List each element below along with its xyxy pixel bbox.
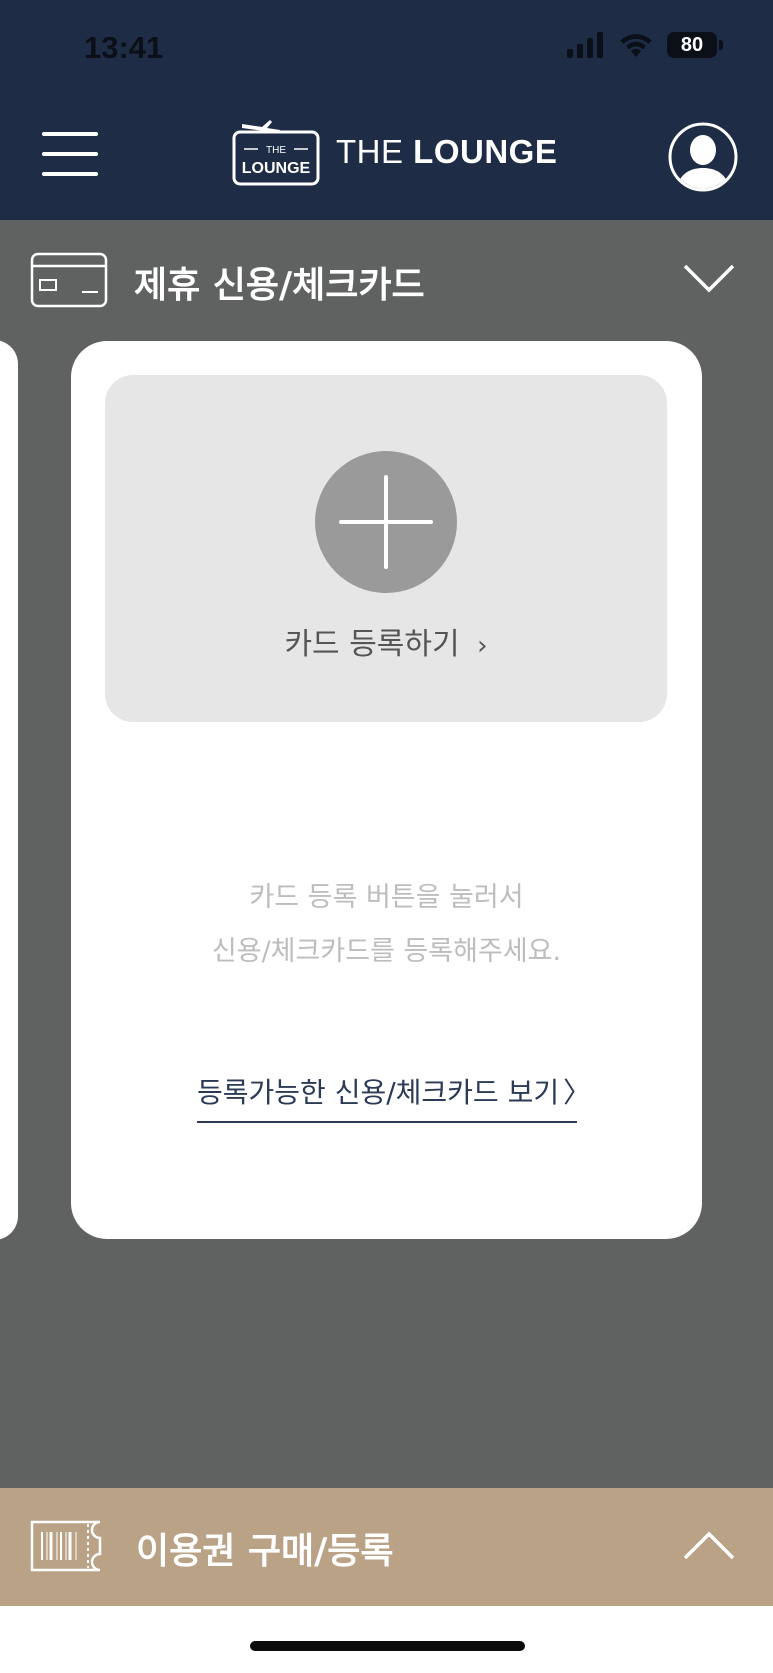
ticket-purchase-bar[interactable]: 이용권 구매/등록 — [0, 1488, 773, 1606]
card-register-label: 카드 등록하기 › — [105, 619, 667, 663]
guide-line-1: 카드 등록 버튼을 눌러서 — [249, 882, 524, 913]
guide-line-2: 신용/체크카드를 등록해주세요. — [211, 936, 562, 967]
credit-card-icon — [30, 252, 108, 308]
card-register-button[interactable]: 카드 등록하기 › — [105, 375, 667, 722]
hamburger-icon-line — [42, 152, 98, 156]
wifi-icon — [620, 34, 652, 57]
chevron-right-icon: 〉 — [563, 1076, 592, 1109]
view-link-text: 등록가능한 신용/체크카드 보기 — [197, 1076, 560, 1109]
section-title: 제휴 신용/체크카드 — [134, 265, 425, 306]
chevron-right-icon: › — [477, 631, 488, 661]
lounge-badge-icon: THE LOUNGE — [232, 120, 320, 186]
logo-text-bold: LOUNGE — [413, 133, 558, 170]
home-indicator[interactable] — [250, 1641, 525, 1651]
card-register-panel: 카드 등록하기 › 카드 등록 버튼을 눌러서 신용/체크카드를 등록해주세요.… — [71, 341, 702, 1239]
profile-button[interactable] — [668, 122, 738, 192]
main-content: 제휴 신용/체크카드 카드 등록하기 › 카드 등록 버튼을 눌러서 신용/체크… — [0, 220, 773, 1488]
app-logo: THE LOUNGE THE LOUNGE — [232, 118, 557, 186]
register-label-text: 카드 등록하기 — [284, 627, 460, 662]
hamburger-icon — [42, 132, 98, 136]
logo-badge-top: THE — [266, 145, 286, 156]
logo-text-thin: THE — [336, 133, 404, 170]
partner-card-section-header[interactable]: 제휴 신용/체크카드 — [0, 220, 773, 338]
user-avatar-icon — [668, 122, 738, 192]
hamburger-icon-line — [42, 172, 98, 176]
plus-icon — [315, 451, 457, 593]
battery-indicator: 80 — [667, 32, 723, 58]
status-icons: 80 — [567, 32, 723, 58]
register-guide-text: 카드 등록 버튼을 눌러서 신용/체크카드를 등록해주세요. — [71, 871, 702, 979]
previous-card-peek[interactable] — [0, 340, 18, 1240]
ticket-barcode-icon — [30, 1520, 102, 1572]
view-eligible-cards-link[interactable]: 등록가능한 신용/체크카드 보기 〉 — [197, 1071, 591, 1123]
cellular-signal-icon — [567, 32, 603, 58]
chevron-down-icon[interactable] — [682, 262, 736, 296]
app-header: 13:41 80 THE LOUNGE THE LOUNGE — [0, 0, 773, 220]
status-time: 13:41 — [84, 30, 164, 65]
logo-text: THE LOUNGE — [336, 133, 557, 171]
logo-badge-bottom: LOUNGE — [242, 160, 311, 177]
ticket-bar-title: 이용권 구매/등록 — [136, 1531, 394, 1572]
app-screen: 13:41 80 THE LOUNGE THE LOUNGE 제휴 신용/체크카… — [0, 0, 773, 1673]
chevron-up-icon[interactable] — [682, 1528, 736, 1562]
menu-button[interactable] — [38, 128, 102, 182]
